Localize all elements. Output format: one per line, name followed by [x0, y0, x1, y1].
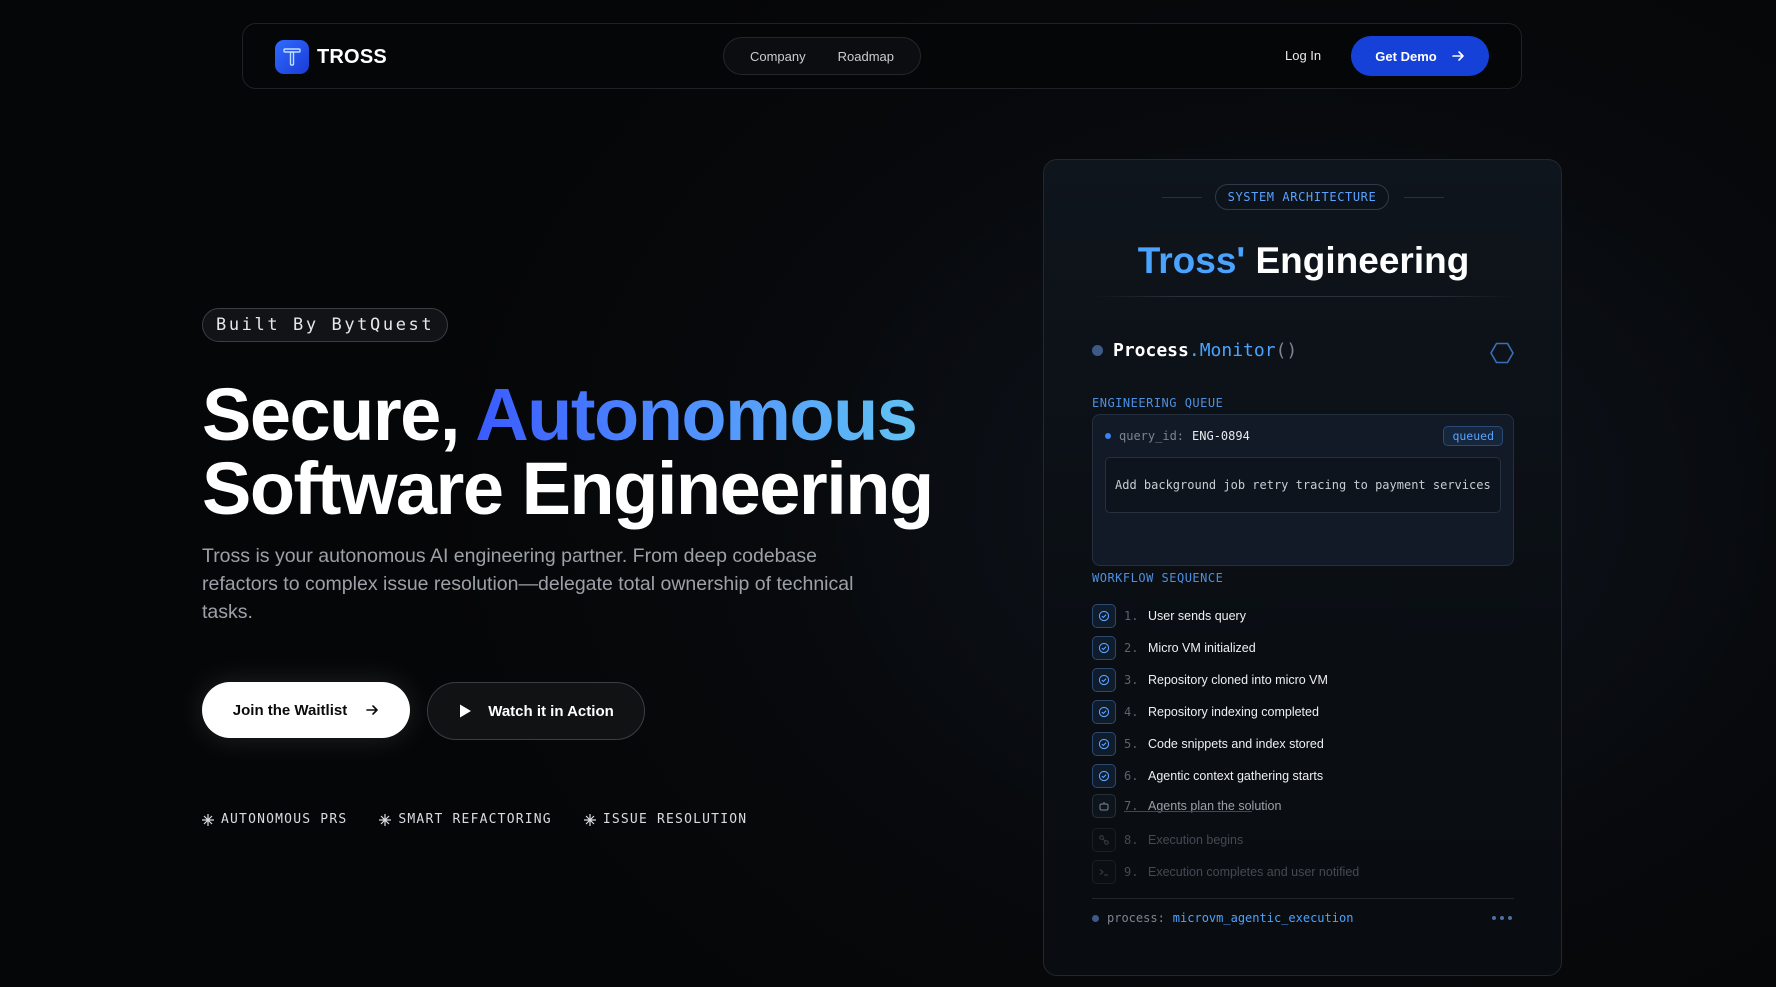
step-label: Repository indexing completed	[1148, 705, 1319, 719]
terminal-icon	[1092, 860, 1116, 884]
link-icon	[1092, 828, 1116, 852]
tross-logo-icon	[275, 40, 309, 74]
brand-logo[interactable]: TROSS	[275, 40, 387, 74]
step-label: Execution completes and user notified	[1148, 865, 1360, 879]
play-icon	[460, 704, 472, 718]
hero-subtitle: Tross is your autonomous AI engineering …	[202, 545, 854, 623]
hero-headline: Secure, Autonomous Software Engineering	[202, 378, 934, 526]
query-id-key: query_id:	[1119, 429, 1185, 443]
check-circle-icon	[1092, 732, 1116, 756]
workflow-step: 5. Code snippets and index stored	[1092, 732, 1324, 756]
headline-part2: Software Engineering	[202, 447, 934, 530]
query-id-value: ENG-0894	[1192, 429, 1250, 443]
workflow-step: 9. Execution completes and user notified	[1092, 860, 1359, 884]
step-number: 4.	[1124, 705, 1139, 719]
engineering-queue-label: ENGINEERING QUEUE	[1092, 396, 1224, 410]
step-label: Execution begins	[1148, 833, 1244, 847]
monitor-method: .Monitor	[1188, 340, 1276, 361]
arrow-right-icon	[366, 705, 379, 715]
nav-link-roadmap[interactable]: Roadmap	[838, 49, 894, 64]
headline-highlight: Autonomous	[475, 373, 918, 456]
step-number: 9.	[1124, 865, 1139, 879]
process-monitor: Process.Monitor()	[1092, 340, 1297, 361]
join-waitlist-button[interactable]: Join the Waitlist	[202, 682, 410, 738]
feature-item: SMART REFACTORING	[379, 812, 551, 827]
status-dot	[1105, 433, 1111, 439]
arrow-right-icon	[1451, 51, 1464, 61]
status-dot	[1092, 914, 1099, 922]
process-key: process:	[1107, 911, 1165, 925]
watch-in-action-button[interactable]: Watch it in Action	[427, 682, 645, 740]
feature-item: AUTONOMOUS PRS	[202, 812, 347, 827]
query-id-row: query_id: ENG-0894	[1105, 429, 1250, 443]
step-number: 3.	[1124, 673, 1139, 687]
join-waitlist-label: Join the Waitlist	[232, 701, 348, 719]
hexagon-icon	[1490, 342, 1514, 364]
step-label: Repository cloned into micro VM	[1148, 673, 1328, 687]
workflow-step: 8. Execution begins	[1092, 828, 1243, 852]
panel-title-highlight: Tross'	[1137, 240, 1246, 281]
step-number: 6.	[1124, 769, 1139, 783]
step-label: Code snippets and index stored	[1148, 737, 1324, 751]
check-circle-icon	[1092, 636, 1116, 660]
system-architecture-tag: SYSTEM ARCHITECTURE	[1215, 184, 1389, 210]
feature-item: ISSUE RESOLUTION	[583, 812, 748, 827]
get-demo-label: Get Demo	[1375, 48, 1437, 64]
monitor-parens: ()	[1275, 340, 1298, 361]
feature-list: AUTONOMOUS PRS SMART REFACTORING ISSUE R…	[202, 812, 747, 827]
divider	[1092, 296, 1514, 297]
step-number: 8.	[1124, 833, 1139, 847]
step-number: 1.	[1124, 609, 1139, 623]
process-status: process: microvm_agentic_execution	[1092, 911, 1353, 925]
sparkle-icon	[379, 813, 392, 826]
monitor-name: Process	[1113, 340, 1189, 361]
nav-link-company[interactable]: Company	[750, 49, 806, 64]
robot-icon	[1092, 794, 1116, 818]
queue-card[interactable]: query_id: ENG-0894 queued Add background…	[1092, 414, 1514, 566]
feature-label: SMART REFACTORING	[398, 812, 552, 827]
check-circle-icon	[1092, 700, 1116, 724]
progress-underline	[1124, 811, 1252, 812]
workflow-step: 4. Repository indexing completed	[1092, 700, 1319, 724]
watch-in-action-label: Watch it in Action	[488, 702, 614, 720]
headline-part1: Secure,	[202, 373, 476, 456]
sparkle-icon	[202, 813, 214, 826]
divider	[1404, 197, 1444, 198]
workflow-sequence-label: WORKFLOW SEQUENCE	[1092, 571, 1224, 585]
panel-title: Tross' Engineering	[1044, 240, 1563, 282]
workflow-step: 7. Agents plan the solution	[1092, 794, 1281, 818]
status-badge: queued	[1443, 426, 1503, 446]
sparkle-icon	[583, 813, 596, 826]
top-nav: TROSS Company Roadmap Log In Get Demo	[242, 23, 1522, 89]
panel-title-rest: Engineering	[1245, 240, 1470, 281]
more-dots-icon	[1492, 916, 1512, 920]
divider	[1162, 197, 1202, 198]
login-link[interactable]: Log In	[1285, 48, 1321, 63]
check-circle-icon	[1092, 668, 1116, 692]
workflow-step: 6. Agentic context gathering starts	[1092, 764, 1323, 788]
feature-label: AUTONOMOUS PRS	[221, 812, 348, 827]
check-circle-icon	[1092, 764, 1116, 788]
brand-name: TROSS	[317, 45, 387, 68]
status-dot	[1092, 345, 1103, 356]
query-message: Add background job retry tracing to paym…	[1105, 457, 1501, 513]
nav-links: Company Roadmap	[723, 37, 921, 75]
check-circle-icon	[1092, 604, 1116, 628]
process-monitor-label: Process.Monitor()	[1113, 340, 1297, 361]
workflow-step: 2. Micro VM initialized	[1092, 636, 1256, 660]
process-value: microvm_agentic_execution	[1172, 911, 1354, 925]
workflow-step: 3. Repository cloned into micro VM	[1092, 668, 1328, 692]
get-demo-button[interactable]: Get Demo	[1351, 36, 1489, 76]
step-label: Agentic context gathering starts	[1148, 769, 1324, 783]
step-label: User sends query	[1148, 609, 1246, 623]
step-label: Micro VM initialized	[1148, 641, 1256, 655]
feature-label: ISSUE RESOLUTION	[602, 812, 748, 827]
step-number: 2.	[1124, 641, 1139, 655]
workflow-step: 1. User sends query	[1092, 604, 1246, 628]
step-number: 5.	[1124, 737, 1139, 751]
divider	[1092, 898, 1514, 899]
architecture-panel: SYSTEM ARCHITECTURE Tross' Engineering P…	[1043, 159, 1562, 976]
built-by-badge: Built By BytQuest	[202, 308, 449, 342]
